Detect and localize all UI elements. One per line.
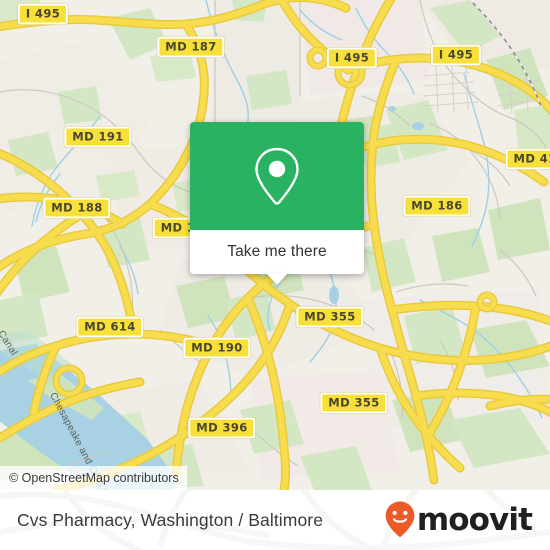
road-shield-md188: MD 188	[43, 197, 111, 219]
road-shield-md186: MD 186	[403, 195, 471, 217]
road-shield-md190: MD 190	[183, 337, 251, 359]
road-shield-i495: I 495	[326, 47, 378, 69]
place-title: Cvs Pharmacy, Washington / Baltimore	[17, 509, 324, 530]
road-shield-md187: MD 187	[157, 36, 225, 58]
moovit-logo[interactable]: moovit	[384, 500, 533, 540]
footer-bar: Cvs Pharmacy, Washington / Baltimore moo…	[0, 490, 550, 550]
location-pin-icon	[255, 147, 299, 205]
road-shield-i495: I 495	[430, 44, 482, 66]
osm-attribution[interactable]: © OpenStreetMap contributors	[0, 466, 187, 490]
road-shield-md614: MD 614	[76, 316, 144, 338]
osm-attribution-text: © OpenStreetMap contributors	[9, 471, 179, 485]
road-shield-md191: MD 191	[64, 126, 132, 148]
popup-action-area[interactable]: Take me there	[190, 230, 364, 285]
road-shield-md355: MD 355	[320, 392, 388, 414]
moovit-map-screen: Chesapeake and Ohio Canal Canal I 495 MD…	[0, 0, 550, 550]
popup-tail-pointer	[266, 273, 288, 285]
place-popup-card[interactable]: Take me there	[190, 122, 364, 285]
take-me-there-label: Take me there	[227, 243, 327, 260]
popup-icon-area	[190, 122, 364, 230]
road-shield-i495: I 495	[17, 3, 69, 25]
road-shield-md410: MD 41	[505, 148, 550, 170]
moovit-smiley-pin-icon	[385, 501, 415, 537]
map-canvas[interactable]: Chesapeake and Ohio Canal Canal I 495 MD…	[0, 0, 550, 490]
road-shield-md355: MD 355	[296, 306, 364, 328]
moovit-wordmark: moovit	[416, 501, 533, 538]
road-shield-md396: MD 396	[188, 417, 256, 439]
